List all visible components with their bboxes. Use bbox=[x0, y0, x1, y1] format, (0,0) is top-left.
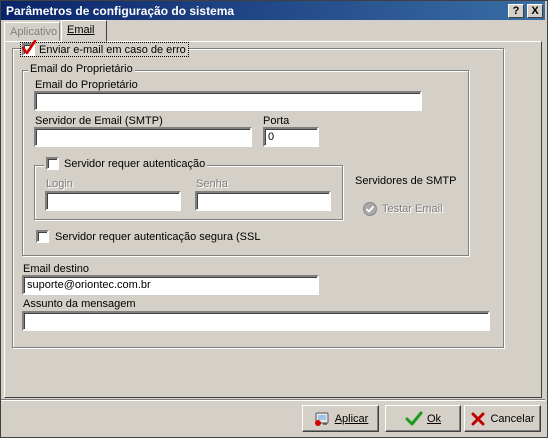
smtp-input[interactable] bbox=[34, 127, 252, 147]
cancel-button[interactable]: Cancelar bbox=[464, 405, 541, 432]
login-label: Login bbox=[46, 178, 73, 190]
smtp-label: Servidor de Email (SMTP) bbox=[35, 115, 163, 127]
owner-group-legend: Email do Proprietário bbox=[28, 63, 135, 75]
ssl-checkbox[interactable] bbox=[36, 230, 49, 243]
tab-aplicativo[interactable]: Aplicativo bbox=[4, 22, 60, 42]
close-button[interactable]: X bbox=[527, 4, 543, 18]
help-button[interactable]: ? bbox=[508, 4, 524, 18]
cancel-label: Cancelar bbox=[490, 412, 535, 425]
title-bar[interactable]: Parâmetros de configuração do sistema ? … bbox=[1, 1, 545, 20]
check-icon bbox=[405, 411, 423, 425]
footer-separator bbox=[1, 399, 545, 401]
auth-option[interactable]: Servidor requer autenticação bbox=[44, 157, 208, 170]
send-on-error-checkbox[interactable] bbox=[21, 40, 37, 56]
test-email-icon bbox=[363, 202, 377, 216]
dest-input[interactable] bbox=[22, 275, 319, 295]
owner-email-input[interactable] bbox=[34, 91, 422, 111]
password-label: Senha bbox=[196, 178, 228, 190]
port-label: Porta bbox=[263, 115, 290, 127]
check-mark-icon bbox=[21, 40, 37, 55]
send-on-error-label: Enviar e-mail em caso de erro bbox=[39, 43, 186, 56]
smtp-servers-label: Servidores de SMTP bbox=[355, 175, 457, 187]
password-input[interactable] bbox=[195, 191, 331, 211]
dest-label: Email destino bbox=[23, 263, 90, 275]
owner-email-label: Email do Proprietário bbox=[35, 79, 138, 91]
test-email-label: Testar Email bbox=[382, 203, 443, 215]
tab-email[interactable]: Email bbox=[61, 20, 107, 42]
apply-icon bbox=[314, 412, 329, 426]
apply-button[interactable]: Aplicar bbox=[302, 405, 379, 432]
window-title: Parâmetros de configuração do sistema bbox=[6, 4, 235, 18]
ok-label: Ok bbox=[426, 412, 442, 425]
test-email-button[interactable]: Testar Email bbox=[362, 201, 443, 217]
auth-label: Servidor requer autenticação bbox=[64, 157, 206, 170]
login-input[interactable] bbox=[45, 191, 181, 211]
apply-label: Aplicar bbox=[334, 412, 369, 425]
auth-checkbox[interactable] bbox=[46, 157, 59, 170]
send-on-error-option[interactable]: Enviar e-mail em caso de erro bbox=[20, 40, 189, 57]
ssl-label: Servidor requer autenticação segura (SSL bbox=[55, 230, 261, 243]
subject-label: Assunto da mensagem bbox=[23, 298, 136, 310]
cancel-x-icon bbox=[471, 412, 485, 425]
ok-button[interactable]: Ok bbox=[385, 405, 461, 432]
ssl-option[interactable]: Servidor requer autenticação segura (SSL bbox=[36, 230, 260, 243]
subject-input[interactable] bbox=[22, 311, 490, 331]
port-input[interactable] bbox=[263, 127, 319, 147]
